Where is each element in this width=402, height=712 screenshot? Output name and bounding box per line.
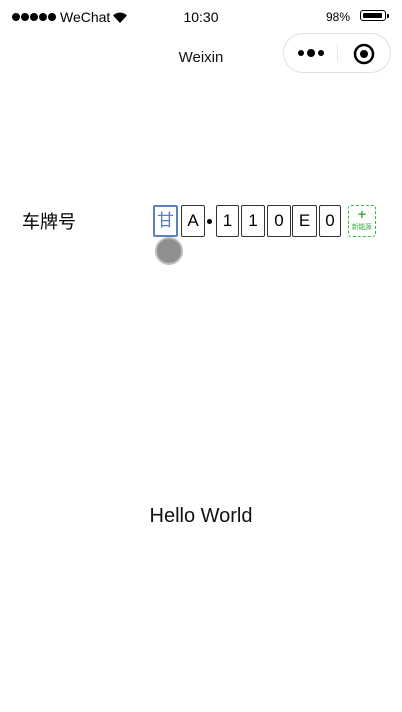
target-circle-icon[interactable] [352,42,376,66]
plate-separator-dot [207,219,212,224]
capsule-divider [337,44,338,62]
battery-percent: 98% [326,10,351,24]
plate-char-5[interactable]: 0 [267,205,291,237]
plate-char-province[interactable]: 甘 [153,205,178,237]
plate-char-7[interactable]: 0 [319,205,341,237]
mini-program-capsule [283,33,391,73]
plus-icon: + [357,206,367,222]
plate-char-city[interactable]: A [181,205,205,237]
status-bar: WeChat 10:30 98% [0,0,402,34]
battery-icon [360,10,389,21]
plate-char-3[interactable]: 1 [216,205,239,237]
new-energy-button[interactable]: + 新能源 [348,205,376,237]
hello-world-text: Hello World [149,505,253,527]
plate-char-4[interactable]: 1 [241,205,265,237]
more-dots-icon[interactable] [298,46,328,60]
plate-number-label: 车牌号 [22,212,76,232]
plate-char-6[interactable]: E [292,205,317,237]
new-energy-label: 新能源 [351,224,372,231]
touch-indicator [155,237,183,265]
